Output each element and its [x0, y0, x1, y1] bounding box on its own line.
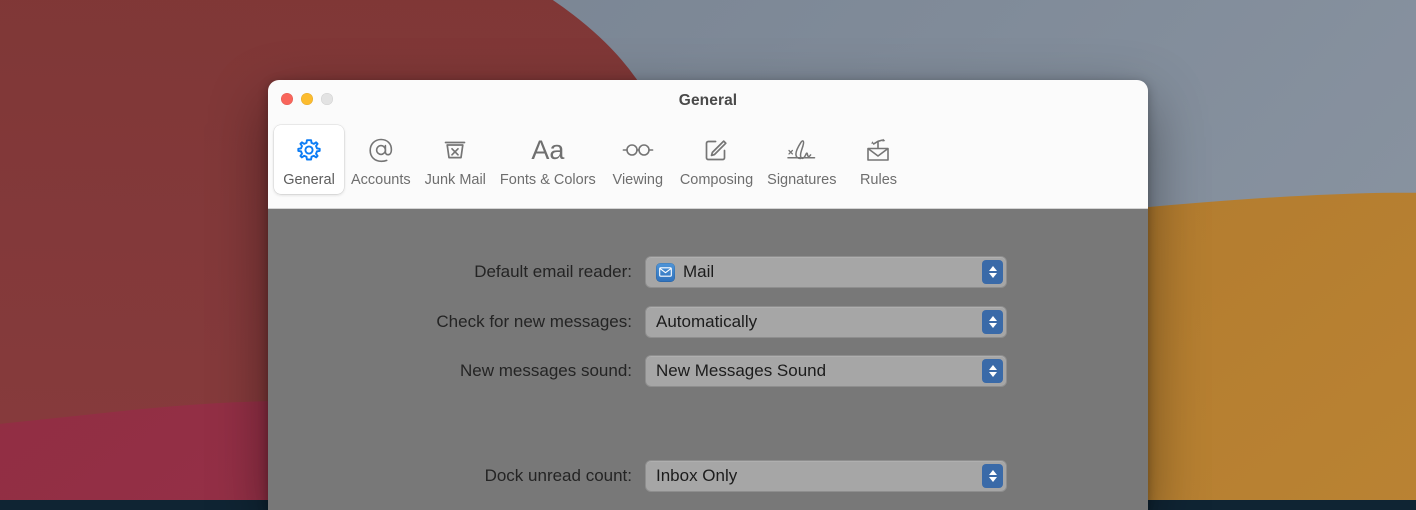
toolbar-item-signatures[interactable]: Signatures	[760, 125, 843, 194]
popup-value: Inbox Only	[656, 466, 737, 486]
popup-value: Mail	[683, 262, 714, 282]
stepper-arrows-icon[interactable]	[982, 464, 1003, 488]
mail-preferences-window: General General	[268, 80, 1148, 510]
stepper-arrows-icon[interactable]	[982, 260, 1003, 284]
compose-icon	[702, 133, 730, 167]
popup-value: Automatically	[656, 312, 757, 332]
toolbar-item-label: General	[283, 172, 335, 188]
row-label: Dock unread count:	[268, 466, 645, 486]
row-new-messages-sound: New messages sound: New Messages Sound	[268, 356, 1007, 386]
popup-value: New Messages Sound	[656, 361, 826, 381]
row-default-email-reader: Default email reader: Mail	[268, 257, 1007, 287]
aa-text-icon: Aa	[531, 133, 564, 167]
row-dock-unread-count: Dock unread count: Inbox Only	[268, 461, 1007, 491]
toolbar-item-accounts[interactable]: Accounts	[344, 125, 418, 194]
stepper-arrows-icon[interactable]	[982, 359, 1003, 383]
toolbar-item-label: Accounts	[351, 172, 411, 188]
toolbar-item-fonts-and-colors[interactable]: Aa Fonts & Colors	[493, 125, 603, 194]
glasses-icon	[621, 133, 655, 167]
toolbar-item-junk-mail[interactable]: Junk Mail	[418, 125, 493, 194]
toolbar-item-composing[interactable]: Composing	[673, 125, 760, 194]
toolbar-item-label: Fonts & Colors	[500, 172, 596, 188]
window-titlebar: General General	[268, 80, 1148, 209]
dock-unread-count-popup[interactable]: Inbox Only	[645, 460, 1007, 492]
general-preferences-pane: Default email reader: Mail	[268, 209, 1148, 510]
toolbar-item-label: Rules	[860, 172, 897, 188]
stepper-arrows-icon[interactable]	[982, 310, 1003, 334]
mail-app-icon	[656, 263, 675, 282]
toolbar-item-viewing[interactable]: Viewing	[603, 125, 673, 194]
default-email-reader-popup[interactable]: Mail	[645, 256, 1007, 288]
toolbar-item-label: Junk Mail	[425, 172, 486, 188]
toolbar-item-label: Composing	[680, 172, 753, 188]
toolbar-item-label: Viewing	[613, 172, 664, 188]
new-messages-sound-popup[interactable]: New Messages Sound	[645, 355, 1007, 387]
gear-icon	[295, 133, 323, 167]
at-sign-icon	[366, 133, 396, 167]
row-label: New messages sound:	[268, 361, 645, 381]
window-title: General	[268, 92, 1148, 110]
toolbar-item-general[interactable]: General	[274, 125, 344, 194]
row-check-for-new-messages: Check for new messages: Automatically	[268, 307, 1007, 337]
toolbar-item-rules[interactable]: Rules	[843, 125, 913, 194]
row-label: Default email reader:	[268, 262, 645, 282]
check-for-new-messages-popup[interactable]: Automatically	[645, 306, 1007, 338]
junk-bin-icon	[441, 133, 469, 167]
rules-mail-icon	[863, 133, 893, 167]
toolbar-item-label: Signatures	[767, 172, 836, 188]
signature-icon	[783, 133, 821, 167]
preferences-toolbar: General Accounts	[268, 125, 1148, 194]
row-label: Check for new messages:	[268, 312, 645, 332]
